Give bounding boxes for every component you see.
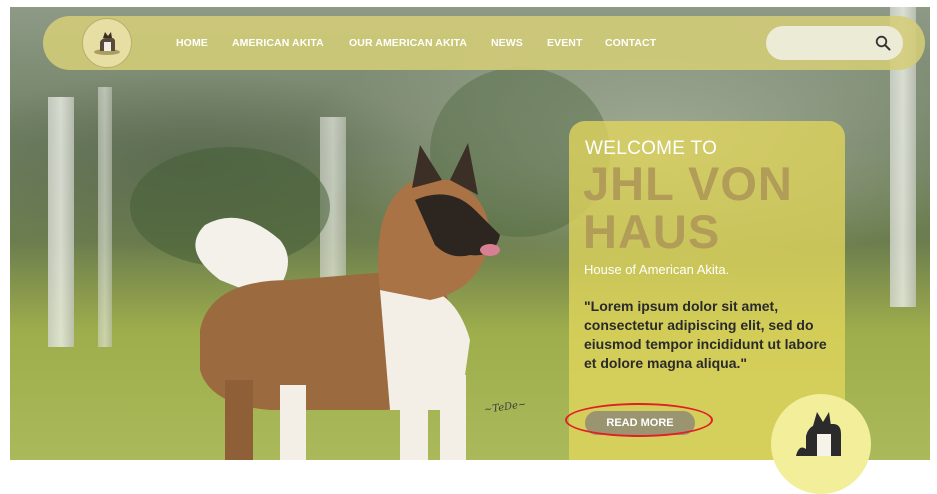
quote-text: "Lorem ipsum dolor sit amet, consectetur… bbox=[584, 298, 827, 371]
search-input[interactable] bbox=[780, 32, 874, 56]
read-more-button[interactable]: READ MORE bbox=[585, 411, 695, 435]
site-logo[interactable] bbox=[82, 18, 132, 68]
search-icon[interactable] bbox=[875, 35, 891, 51]
akita-badge bbox=[771, 394, 871, 494]
nav-contact[interactable]: CONTACT bbox=[605, 37, 656, 49]
nav-our-american-akita[interactable]: OUR AMERICAN AKITA bbox=[349, 37, 467, 49]
nav-event[interactable]: EVENT bbox=[547, 37, 583, 49]
akita-dog-photo bbox=[195, 143, 500, 460]
brand-title-line1: JHL VON bbox=[583, 157, 793, 210]
nav-home[interactable]: HOME bbox=[176, 37, 208, 49]
brand-title: JHL VON HAUS bbox=[583, 160, 793, 256]
nav-news[interactable]: NEWS bbox=[491, 37, 523, 49]
akita-badge-icon bbox=[796, 412, 841, 456]
brand-title-line2: HAUS bbox=[583, 205, 721, 258]
background-post bbox=[48, 97, 74, 347]
akita-logo-icon bbox=[94, 32, 120, 55]
search-box[interactable] bbox=[766, 26, 903, 60]
tagline: House of American Akita. bbox=[584, 262, 730, 277]
nav-american-akita[interactable]: AMERICAN AKITA bbox=[232, 37, 324, 49]
background-post bbox=[98, 87, 112, 347]
